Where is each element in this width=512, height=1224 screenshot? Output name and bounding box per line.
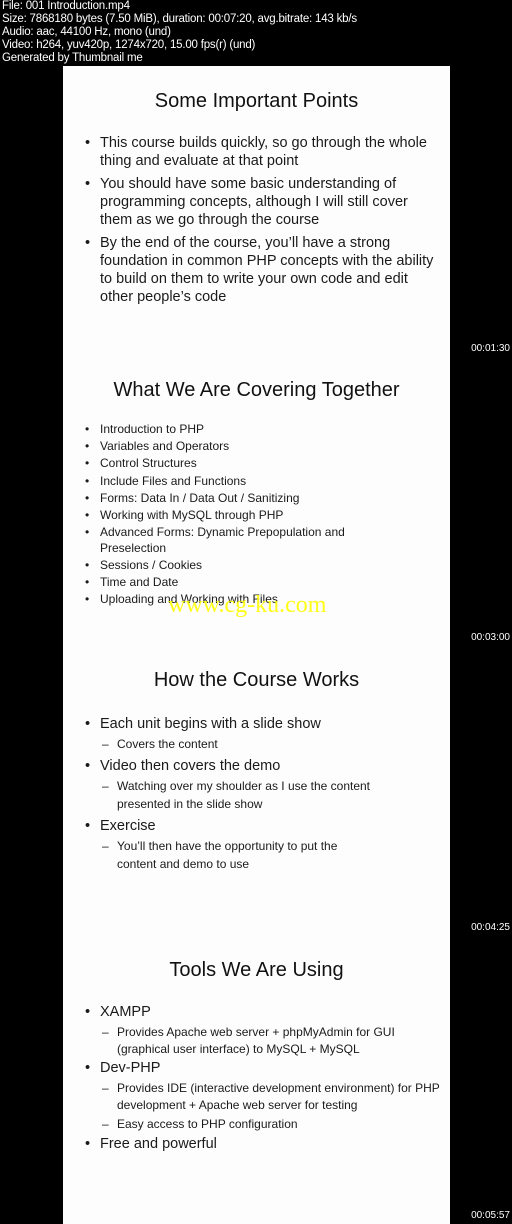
bullet-item: Working with MySQL through PHP (85, 508, 440, 524)
sub-bullet-item: Provides Apache web server + phpMyAdmin … (100, 1024, 440, 1057)
sub-bullet-list: Provides Apache web server + phpMyAdmin … (100, 1024, 440, 1057)
bullet-item: By the end of the course, you’ll have a … (85, 234, 440, 306)
bullet-list: XAMPP Provides Apache web server + phpMy… (85, 1003, 440, 1153)
slide-title: What We Are Covering Together (113, 379, 400, 401)
sub-bullet-item: Easy access to PHP configuration (100, 1116, 440, 1133)
sub-bullet-item: Provides IDE (interactive development en… (100, 1080, 440, 1113)
sub-bullet-list: Provides IDE (interactive development en… (100, 1080, 440, 1133)
bullet-item: Forms: Data In / Data Out / Sanitizing (85, 491, 440, 507)
bullet-list: Each unit begins with a slide show Cover… (85, 715, 440, 873)
file-size-info: Size: 7868180 bytes (7.50 MiB), duration… (2, 13, 357, 25)
timestamp: 00:05:57 (471, 1210, 510, 1221)
bullet-text: Dev-PHP (100, 1060, 161, 1076)
bullet-item: Dev-PHP Provides IDE (interactive develo… (85, 1059, 440, 1133)
slide-title: Tools We Are Using (169, 959, 344, 981)
timestamp: 00:01:30 (471, 343, 510, 354)
bullet-item: Free and powerful (85, 1135, 440, 1153)
bullet-text: Video then covers the demo (100, 758, 281, 774)
sub-bullet-item: You’ll then have the opportunity to put … (100, 837, 380, 873)
thumbnail-slide-3: How the Course Works Each unit begins wi… (63, 647, 450, 937)
bullet-item: This course builds quickly, so go throug… (85, 134, 440, 170)
sub-bullet-list: Watching over my shoulder as I use the c… (100, 777, 410, 813)
sub-bullet-list: You’ll then have the opportunity to put … (100, 837, 380, 873)
bullet-list: Introduction to PHP Variables and Operat… (85, 422, 440, 608)
video-info: Video: h264, yuv420p, 1274x720, 15.00 fp… (2, 39, 256, 51)
bullet-item: Variables and Operators (85, 439, 440, 455)
bullet-item: Control Structures (85, 456, 440, 472)
bullet-item: Video then covers the demo Watching over… (85, 757, 440, 813)
sub-bullet-list: Covers the content (85, 735, 440, 753)
thumbnail-slide-4: Tools We Are Using XAMPP Provides Apache… (63, 937, 450, 1224)
slide-title: How the Course Works (153, 669, 360, 691)
bullet-text: Free and powerful (100, 1135, 217, 1152)
bullet-text: Exercise (100, 818, 156, 834)
bullet-item: Exercise You’ll then have the opportunit… (85, 817, 440, 873)
audio-info: Audio: aac, 44100 Hz, mono (und) (2, 26, 171, 38)
file-name: File: 001 Introduction.mp4 (2, 0, 130, 12)
bullet-list: This course builds quickly, so go throug… (85, 134, 440, 306)
thumbnail-slide-1: Some Important Points This course builds… (63, 66, 450, 357)
bullet-item: Advanced Forms: Dynamic Prepopulation an… (85, 525, 440, 556)
bullet-item: XAMPP Provides Apache web server + phpMy… (85, 1003, 440, 1057)
bullet-item: Sessions / Cookies (85, 558, 440, 574)
bullet-text: Each unit begins with a slide show (100, 716, 321, 732)
bullet-item: Each unit begins with a slide show Cover… (85, 715, 440, 753)
bullet-text: XAMPP (100, 1004, 151, 1020)
bullet-item: Include Files and Functions (85, 474, 440, 490)
timestamp: 00:04:25 (471, 922, 510, 933)
timestamp: 00:03:00 (471, 632, 510, 643)
sub-bullet-item: Covers the content (100, 735, 440, 753)
slide-title: Some Important Points (154, 90, 359, 112)
bullet-item: Introduction to PHP (85, 422, 440, 438)
bullet-item: Time and Date (85, 575, 440, 591)
bullet-item: You should have some basic understanding… (85, 175, 440, 229)
watermark-text: www.cg-ku.com (168, 592, 327, 618)
generator-info: Generated by Thumbnail me (2, 52, 143, 64)
sub-bullet-item: Watching over my shoulder as I use the c… (100, 777, 410, 813)
file-info-header: File: 001 Introduction.mp4 Size: 7868180… (2, 0, 357, 65)
